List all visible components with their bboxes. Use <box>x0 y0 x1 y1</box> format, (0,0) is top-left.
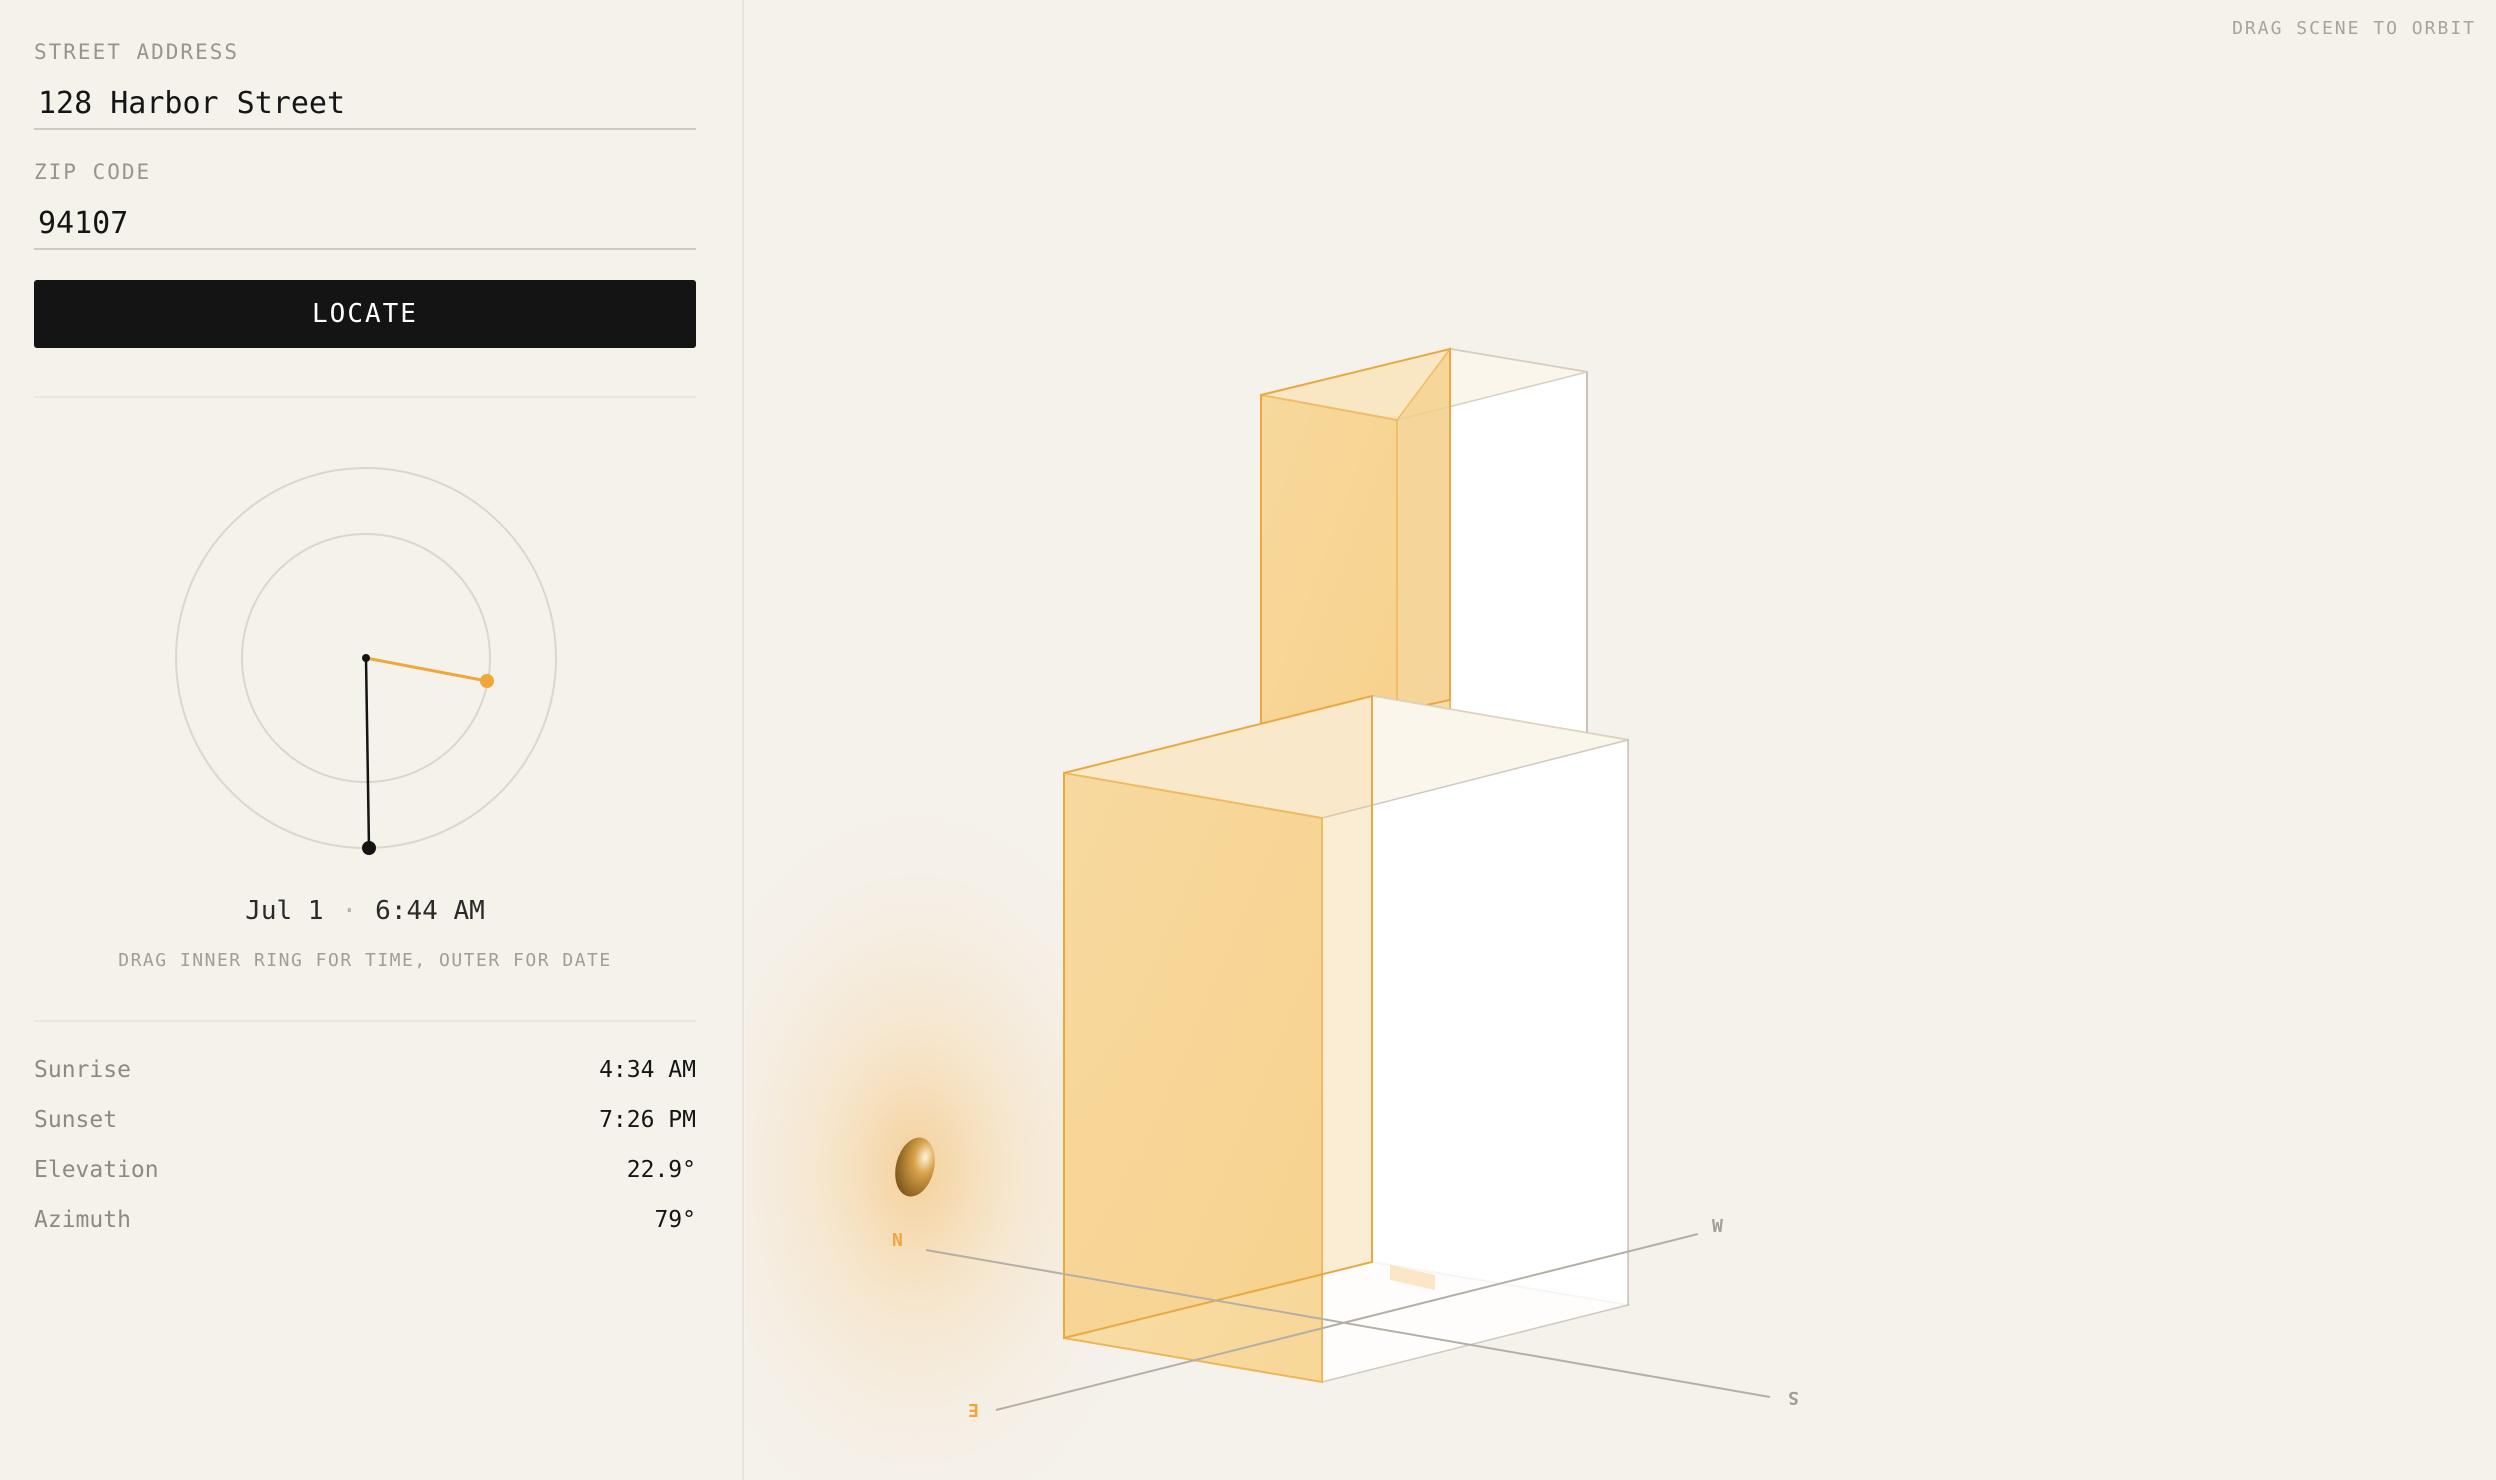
time-text: 6:44 AM <box>375 896 485 926</box>
stat-label: Sunrise <box>34 1057 131 1083</box>
compass-w-label: W <box>1712 1216 1723 1237</box>
stat-label: Sunset <box>34 1107 118 1133</box>
date-text: Jul 1 <box>245 896 324 926</box>
stat-value: 4:34 AM <box>599 1057 696 1083</box>
control-panel: STREET ADDRESS ZIP CODE LOCATE Jul 1 · 6:4… <box>0 0 744 1480</box>
scene-canvas[interactable] <box>746 0 2496 1480</box>
stat-value: 79° <box>654 1207 696 1233</box>
stat-label: Azimuth <box>34 1207 131 1233</box>
stat-elevation: Elevation 22.9° <box>34 1150 696 1190</box>
center-dot <box>362 654 370 662</box>
stat-label: Elevation <box>34 1157 159 1183</box>
zip-input[interactable] <box>34 198 696 250</box>
compass-n-label: N <box>892 1230 903 1251</box>
stat-value: 7:26 PM <box>599 1107 696 1133</box>
date-time-readout: Jul 1 · 6:44 AM <box>34 896 696 926</box>
zip-label: ZIP CODE <box>34 160 152 184</box>
stat-value: 22.9° <box>626 1157 696 1183</box>
dial-hint: DRAG INNER RING FOR TIME, OUTER FOR DATE <box>118 950 612 971</box>
divider-bottom <box>34 1020 696 1022</box>
address-input[interactable] <box>34 78 696 130</box>
stat-sunset: Sunset 7:26 PM <box>34 1100 696 1140</box>
time-hand <box>365 656 488 683</box>
date-handle[interactable] <box>362 841 376 855</box>
stat-sunrise: Sunrise 4:34 AM <box>34 1050 696 1090</box>
compass-s-label: S <box>1788 1387 1799 1408</box>
date-hand <box>364 657 371 849</box>
tower-tall <box>1260 346 1588 762</box>
separator-dot: · <box>341 896 358 926</box>
3d-scene[interactable]: DRAG SCENE TO ORBIT N E S W <box>746 0 2496 1480</box>
address-label: STREET ADDRESS <box>34 40 240 64</box>
time-handle[interactable] <box>480 674 494 688</box>
stat-azimuth: Azimuth 79° <box>34 1200 696 1240</box>
sun-dial <box>175 467 557 855</box>
tower-short <box>1063 694 1629 1384</box>
locate-button[interactable]: LOCATE <box>34 280 696 348</box>
divider-top <box>34 396 696 398</box>
compass-e-label: E <box>968 1399 979 1420</box>
